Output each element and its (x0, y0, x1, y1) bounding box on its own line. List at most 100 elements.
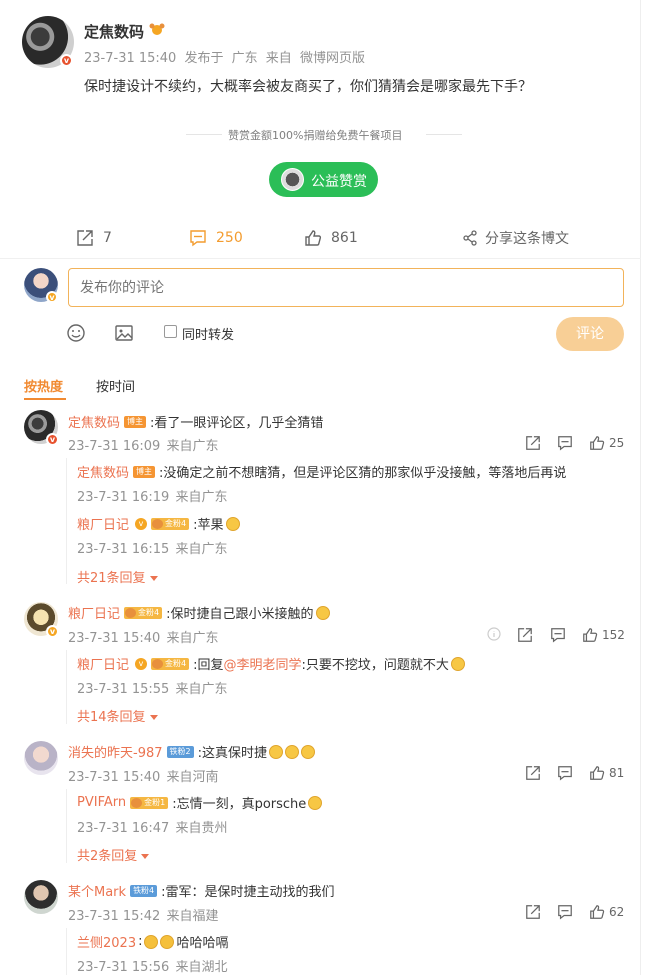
submit-comment-button[interactable]: 评论 (556, 317, 624, 351)
comment-reply-button[interactable] (557, 435, 573, 451)
comment-repost-button[interactable] (525, 765, 541, 781)
reply-location: 来自广东 (175, 682, 228, 697)
emoji-icon[interactable] (66, 323, 86, 343)
fan-badge: 金粉4 (124, 606, 163, 619)
grin-emoji-icon (225, 516, 240, 531)
comment-like-count: 81 (609, 766, 625, 780)
comment-avatar[interactable] (24, 741, 58, 775)
reply-text: :忘情一刻，真porsche (172, 797, 307, 812)
reply-text-line: 粮厂日记 v 金粉4 :苹果 (77, 514, 240, 533)
comment-username[interactable]: 消失的昨天-987 (68, 742, 163, 761)
my-verified-icon: v (46, 291, 58, 303)
comment-info-button[interactable] (487, 627, 501, 641)
section-divider (0, 258, 641, 259)
tab-sort-hot[interactable]: 按热度 (24, 376, 63, 395)
comment-time: 23-7-31 15:40 (68, 770, 161, 785)
doge-emoji-icon (285, 744, 299, 759)
reply-list: 定焦数码 博主 :没确定之前不想瞎猜，但是评论区猜的那家似乎没接触，等落地后再说… (66, 458, 626, 586)
comment-username[interactable]: 某个Mark (68, 881, 126, 900)
comment-meta: 23-7-31 15:40 来自河南 (68, 766, 221, 785)
reward-button-label: 公益赞赏 (311, 174, 367, 190)
comment-icon (558, 905, 572, 920)
reply-text-prefix: :回复 (193, 658, 224, 673)
reply-text: :只要不挖坟，问题就不大 (301, 658, 449, 673)
post-text: 保时捷设计不续约，大概率会被友商买了，你们猜猜会是哪家最先下手？ (84, 79, 532, 95)
comment-meta: 23-7-31 15:42 来自福建 (68, 905, 221, 924)
repost-icon (526, 766, 540, 780)
like-count: 861 (331, 230, 358, 246)
comment-text: :看了一眼评论区，几乎全猜错 (150, 416, 324, 431)
comment-reply-button[interactable] (557, 904, 573, 920)
mention-link[interactable]: @李明老同学 (224, 654, 302, 673)
comment-button[interactable]: 250 (189, 226, 243, 250)
image-icon[interactable] (114, 323, 134, 343)
post-header: v 定焦数码 23-7-31 15:40 发布于 广东 来自 微博网页版 (22, 16, 622, 72)
reply-meta: 23-7-31 15:56 来自湖北 (77, 956, 230, 975)
share-button[interactable]: 分享这条博文 (462, 226, 569, 250)
reward-button[interactable]: 公益赞赏 (269, 162, 378, 197)
comment-text-line: 消失的昨天-987 铁粉2 :这真保时捷 (68, 742, 315, 761)
reward-notice-text: 赞赏金额100%捐赠给免费午餐项目 (228, 129, 403, 142)
like-button[interactable]: 861 (304, 226, 358, 250)
repost-icon (526, 436, 540, 450)
repost-checkbox[interactable] (164, 325, 177, 338)
comment-reply-button[interactable] (557, 765, 573, 781)
comment-repost-button[interactable] (525, 435, 541, 451)
comment-location: 来自河南 (166, 770, 219, 785)
reward-divider-right (426, 134, 462, 135)
comment-like-button[interactable]: 25 (589, 435, 624, 451)
reply-username[interactable]: 兰侧2023 (77, 932, 136, 951)
reply-username[interactable]: 定焦数码 (77, 462, 129, 481)
reply-meta: 23-7-31 16:15 来自广东 (77, 538, 230, 557)
more-replies-link[interactable]: 共21条回复 (77, 567, 158, 586)
repost-button[interactable]: 7 (76, 226, 112, 250)
comment-input[interactable] (68, 268, 624, 307)
reply-time: 23-7-31 16:47 (77, 821, 170, 836)
more-replies-link[interactable]: 共2条回复 (77, 845, 149, 864)
comment-meta: 23-7-31 16:09 来自广东 (68, 435, 221, 454)
reply-text-line: PVIFArn 金粉1 :忘情一刻，真porsche (77, 793, 323, 812)
comment-reply-button[interactable] (550, 627, 566, 643)
iron-fan-badge: 铁粉4 (130, 884, 158, 897)
comment-icon (190, 230, 206, 247)
repost-checkbox-label[interactable]: 同时转发 (182, 324, 234, 343)
comment-username[interactable]: 粮厂日记 (68, 603, 120, 622)
gold-verified-icon: v (135, 657, 148, 670)
reply-username[interactable]: PVIFArn (77, 795, 126, 810)
comment-icon (551, 628, 565, 643)
author-name[interactable]: 定焦数码 (84, 21, 144, 42)
reply-list: 粮厂日记 v 金粉4 :回复 @李明老同学 :只要不挖坟，问题就不大 23-7-… (66, 650, 626, 725)
comment-text-line: 定焦数码 博主 :看了一眼评论区，几乎全猜错 (68, 412, 323, 431)
verified-icon: v (46, 625, 59, 638)
reply-username[interactable]: 粮厂日记 (77, 654, 129, 673)
reply-time: 23-7-31 15:55 (77, 682, 170, 697)
comment-like-button[interactable]: 81 (589, 765, 624, 781)
comment-username[interactable]: 定焦数码 (68, 412, 120, 431)
repost-icon (518, 628, 532, 642)
more-replies-link[interactable]: 共14条回复 (77, 706, 158, 725)
comment-text: :这真保时捷 (197, 746, 267, 761)
comment-avatar[interactable] (24, 880, 58, 914)
comment-like-button[interactable]: 62 (589, 904, 624, 920)
comment-like-button[interactable]: 152 (582, 627, 625, 643)
thumbs-up-icon (590, 766, 605, 780)
repost-icon (77, 230, 93, 246)
reply-time: 23-7-31 16:15 (77, 542, 170, 557)
comment-repost-button[interactable] (525, 904, 541, 920)
comment-location: 来自广东 (166, 631, 219, 646)
doge-emoji-icon (450, 656, 465, 671)
reward-avatar-icon (281, 168, 304, 191)
comment-like-count: 152 (602, 628, 625, 642)
reply-text-line: 粮厂日记 v 金粉4 :回复 @李明老同学 :只要不挖坟，问题就不大 (77, 654, 465, 673)
post-time[interactable]: 23-7-31 15:40 (84, 51, 176, 66)
doge-emoji-icon (315, 605, 330, 620)
comment-meta: 23-7-31 15:40 来自广东 (68, 627, 221, 646)
reply-text-line: 定焦数码 博主 :没确定之前不想瞎猜，但是评论区猜的那家似乎没接触，等落地后再说 (77, 462, 566, 481)
reply-username[interactable]: 粮厂日记 (77, 514, 129, 533)
reply-time: 23-7-31 15:56 (77, 960, 170, 975)
repost-icon (526, 905, 540, 919)
tab-sort-time[interactable]: 按时间 (96, 376, 135, 395)
comment-time: 23-7-31 15:42 (68, 909, 161, 924)
fan-badge: 金粉4 (151, 657, 190, 670)
comment-repost-button[interactable] (517, 627, 533, 643)
